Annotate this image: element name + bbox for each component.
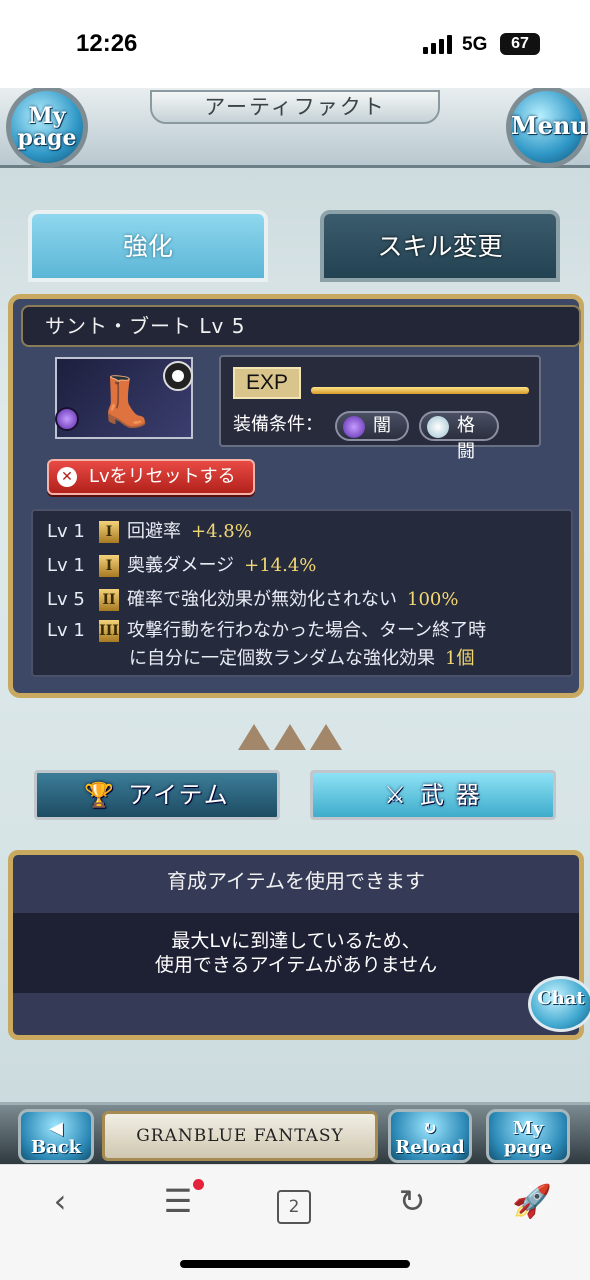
condition-dark: 闇 [335,411,409,441]
tier-badge: I [99,555,119,577]
game-logo: GRANBLUE FANTASY [102,1111,378,1161]
item-button[interactable]: 🏆 アイテム [34,770,280,820]
boots-icon: 👢 [95,374,155,430]
artifact-info: EXP 装備条件： 闇 格闘 [219,355,541,462]
message-heading: 育成アイテムを使用できます [167,869,425,893]
skill-row: Lv 1 III 攻撃行動を行わなかった場合、ターン終了時 に自分に一定個数ランダム… [47,620,487,669]
skill-list: Lv 1 I 回避率 +4.8% Lv 1 I 奥義ダメージ +14.4% Lv 5 II 確率… [31,509,573,677]
back-icon[interactable]: ‹ [38,1179,82,1223]
home-indicator [180,1260,410,1268]
exp-label: EXP [233,367,301,399]
close-icon: ✕ [57,467,77,487]
mypage-bottom-button[interactable]: My page [486,1109,570,1163]
rarity-stars [238,724,354,752]
back-button[interactable]: ◀ Back [18,1109,94,1163]
browser-toolbar: ‹ ☰ 2 ↻ 🚀 [0,1164,590,1280]
fist-icon [427,416,449,438]
message-box: 育成アイテムを使用できます 最大Lvに到達しているため、 使用できるアイテムがあり… [8,850,584,1040]
crossed-swords-icon: ⚔ [384,781,408,809]
skill-row: Lv 1 I 回避率 +4.8% [47,521,252,543]
equip-condition-label: 装備条件： [233,414,323,435]
status-time: 12:26 [76,30,138,57]
tabs-icon[interactable]: 2 [272,1179,316,1224]
dark-element-icon [55,407,79,431]
exp-bar [311,387,529,394]
reload-button[interactable]: ↻ Reload [388,1109,472,1163]
dark-icon [343,416,365,438]
artifact-panel: サント・ブート Lv 5 👢 EXP 装備条件： 闇 格闘 ✕ Lvをリセットする… [8,294,584,698]
tier-badge: III [99,620,119,642]
game-screen: My page アーティファクト Menu 強化 スキル変更 サント・ブート Lv… [0,88,590,1164]
tier-badge: II [99,589,119,611]
wind-icon [163,361,193,391]
menu-button[interactable]: Menu [506,88,588,168]
page-title: アーティファクト [150,90,440,124]
tier-badge: I [99,521,119,543]
notification-dot [193,1179,204,1190]
skill-row: Lv 1 I 奥義ダメージ +14.4% [47,555,317,577]
message-body: 最大Lvに到達しているため、 使用できるアイテムがありません [13,913,579,993]
cup-icon: 🏆 [84,781,117,809]
signal-icon [423,34,453,54]
menu-icon[interactable]: ☰ [156,1179,204,1223]
battery-icon: 67 [500,33,540,55]
artifact-name: サント・ブート Lv 5 [21,305,581,347]
network-label: 5G [462,34,488,55]
top-bar: My page アーティファクト Menu [0,88,590,168]
tab-skill-change[interactable]: スキル変更 [320,210,560,282]
weapon-button[interactable]: ⚔ 武 器 [310,770,556,820]
bottom-bar: ◀ Back GRANBLUE FANTASY ↻ Reload My page [0,1102,590,1164]
status-bar: 12:26 5G 67 [0,0,590,88]
condition-fighting: 格闘 [419,411,499,462]
skill-row: Lv 5 II 確率で強化効果が無効化されない 100% [47,589,459,611]
chat-button[interactable]: Chat [528,976,590,1032]
mypage-button[interactable]: My page [6,88,88,168]
reset-level-button[interactable]: ✕ Lvをリセットする [47,459,255,495]
artifact-thumbnail[interactable]: 👢 [55,357,193,439]
tab-enhance[interactable]: 強化 [28,210,268,282]
rocket-icon[interactable]: 🚀 [510,1179,554,1223]
reload-icon[interactable]: ↻ [390,1179,434,1223]
